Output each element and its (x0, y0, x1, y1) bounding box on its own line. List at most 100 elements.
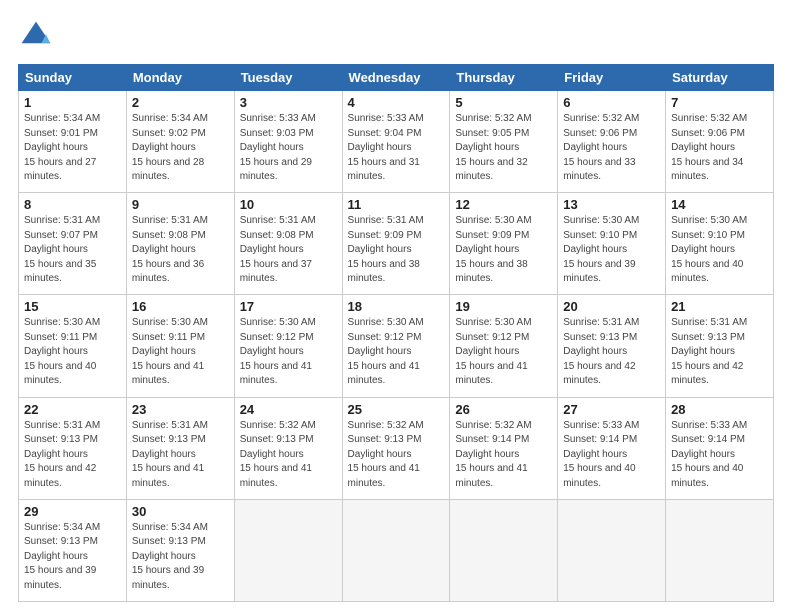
calendar-cell: 10Sunrise: 5:31 AMSunset: 9:08 PMDayligh… (234, 193, 342, 295)
day-info: Sunrise: 5:31 AMSunset: 9:08 PMDaylight … (132, 214, 229, 287)
day-number: 17 (240, 299, 337, 314)
calendar-cell: 28 Sunrise: 5:33 AMSunset: 9:14 PMDayligh… (666, 397, 774, 499)
calendar-cell: 2 Sunrise: 5:34 AMSunset: 9:02 PMDaylight… (126, 91, 234, 193)
day-info: Sunrise: 5:31 AMSunset: 9:09 PMDaylight … (348, 214, 445, 287)
day-info: Sunrise: 5:33 AMSunset: 9:04 PMDaylight … (348, 112, 445, 185)
calendar-cell: 5 Sunrise: 5:32 AMSunset: 9:05 PMDaylight… (450, 91, 558, 193)
calendar-cell: 11 Sunrise: 5:31 AMSunset: 9:09 PMDayligh… (342, 193, 450, 295)
weekday-header: Monday (126, 65, 234, 91)
day-info: Sunrise: 5:30 AMSunset: 9:10 PMDaylight … (671, 214, 768, 287)
day-number: 8 (24, 197, 121, 212)
calendar-cell: 8 Sunrise: 5:31 AMSunset: 9:07 PMDaylight… (19, 193, 127, 295)
day-info: Sunrise: 5:34 AMSunset: 9:13 PMDaylight … (132, 521, 229, 594)
weekday-header: Tuesday (234, 65, 342, 91)
day-info: Sunrise: 5:30 AMSunset: 9:11 PMDaylight … (24, 316, 121, 389)
day-info: Sunrise: 5:30 AMSunset: 9:12 PMDaylight … (348, 316, 445, 389)
calendar-cell: 4Sunrise: 5:33 AMSunset: 9:04 PMDaylight… (342, 91, 450, 193)
day-number: 2 (132, 95, 229, 110)
day-number: 21 (671, 299, 768, 314)
day-number: 3 (240, 95, 337, 110)
calendar-cell: 3 Sunrise: 5:33 AMSunset: 9:03 PMDaylight… (234, 91, 342, 193)
calendar-cell (342, 499, 450, 601)
day-number: 19 (455, 299, 552, 314)
day-info: Sunrise: 5:31 AMSunset: 9:07 PMDaylight … (24, 214, 121, 287)
calendar-cell: 29Sunrise: 5:34 AMSunset: 9:13 PMDayligh… (19, 499, 127, 601)
day-number: 11 (348, 197, 445, 212)
day-number: 1 (24, 95, 121, 110)
day-info: Sunrise: 5:33 AMSunset: 9:03 PMDaylight … (240, 112, 337, 185)
calendar-cell: 18 Sunrise: 5:30 AMSunset: 9:12 PMDayligh… (342, 295, 450, 397)
logo (18, 18, 60, 54)
day-number: 25 (348, 402, 445, 417)
day-number: 22 (24, 402, 121, 417)
day-number: 26 (455, 402, 552, 417)
day-number: 9 (132, 197, 229, 212)
day-number: 12 (455, 197, 552, 212)
week-row: 22 Sunrise: 5:31 AMSunset: 9:13 PMDayligh… (19, 397, 774, 499)
week-row: 15 Sunrise: 5:30 AMSunset: 9:11 PMDayligh… (19, 295, 774, 397)
day-info: Sunrise: 5:32 AMSunset: 9:13 PMDaylight … (240, 419, 337, 492)
day-info: Sunrise: 5:31 AMSunset: 9:13 PMDaylight … (563, 316, 660, 389)
day-info: Sunrise: 5:31 AMSunset: 9:13 PMDaylight … (24, 419, 121, 492)
day-number: 28 (671, 402, 768, 417)
day-info: Sunrise: 5:31 AMSunset: 9:13 PMDaylight … (671, 316, 768, 389)
day-info: Sunrise: 5:30 AMSunset: 9:11 PMDaylight … (132, 316, 229, 389)
calendar-cell (558, 499, 666, 601)
calendar-cell: 20 Sunrise: 5:31 AMSunset: 9:13 PMDayligh… (558, 295, 666, 397)
day-number: 5 (455, 95, 552, 110)
day-number: 14 (671, 197, 768, 212)
day-info: Sunrise: 5:32 AMSunset: 9:13 PMDaylight … (348, 419, 445, 492)
day-info: Sunrise: 5:31 AMSunset: 9:08 PMDaylight … (240, 214, 337, 287)
calendar-cell: 14 Sunrise: 5:30 AMSunset: 9:10 PMDayligh… (666, 193, 774, 295)
weekday-header: Thursday (450, 65, 558, 91)
day-number: 20 (563, 299, 660, 314)
day-info: Sunrise: 5:30 AMSunset: 9:12 PMDaylight … (455, 316, 552, 389)
calendar-cell (450, 499, 558, 601)
calendar-cell: 21 Sunrise: 5:31 AMSunset: 9:13 PMDayligh… (666, 295, 774, 397)
calendar-cell: 27 Sunrise: 5:33 AMSunset: 9:14 PMDayligh… (558, 397, 666, 499)
calendar-cell: 19 Sunrise: 5:30 AMSunset: 9:12 PMDayligh… (450, 295, 558, 397)
day-info: Sunrise: 5:34 AMSunset: 9:02 PMDaylight … (132, 112, 229, 185)
calendar-cell: 30 Sunrise: 5:34 AMSunset: 9:13 PMDayligh… (126, 499, 234, 601)
day-number: 27 (563, 402, 660, 417)
calendar-cell: 17Sunrise: 5:30 AMSunset: 9:12 PMDayligh… (234, 295, 342, 397)
calendar-cell: 15 Sunrise: 5:30 AMSunset: 9:11 PMDayligh… (19, 295, 127, 397)
week-row: 1 Sunrise: 5:34 AMSunset: 9:01 PMDaylight… (19, 91, 774, 193)
calendar-cell: 13 Sunrise: 5:30 AMSunset: 9:10 PMDayligh… (558, 193, 666, 295)
calendar-cell (666, 499, 774, 601)
day-info: Sunrise: 5:31 AMSunset: 9:13 PMDaylight … (132, 419, 229, 492)
day-number: 24 (240, 402, 337, 417)
calendar-cell: 23Sunrise: 5:31 AMSunset: 9:13 PMDayligh… (126, 397, 234, 499)
calendar: SundayMondayTuesdayWednesdayThursdayFrid… (18, 64, 774, 602)
page: SundayMondayTuesdayWednesdayThursdayFrid… (0, 0, 792, 612)
calendar-cell: 22 Sunrise: 5:31 AMSunset: 9:13 PMDayligh… (19, 397, 127, 499)
calendar-cell: 16 Sunrise: 5:30 AMSunset: 9:11 PMDayligh… (126, 295, 234, 397)
calendar-cell: 7 Sunrise: 5:32 AMSunset: 9:06 PMDaylight… (666, 91, 774, 193)
week-row: 29 Sunrise: 5:34 AMSunset: 9:13 PMDayligh… (19, 499, 774, 601)
day-number: 29 (24, 504, 121, 519)
day-number: 30 (132, 504, 229, 519)
day-info: Sunrise: 5:34 AMSunset: 9:01 PMDaylight … (24, 112, 121, 185)
day-info: Sunrise: 5:32 AMSunset: 9:06 PMDaylight … (563, 112, 660, 185)
day-number: 7 (671, 95, 768, 110)
day-info: Sunrise: 5:32 AMSunset: 9:05 PMDaylight … (455, 112, 552, 185)
calendar-cell: 26 Sunrise: 5:32 AMSunset: 9:14 PMDayligh… (450, 397, 558, 499)
day-number: 13 (563, 197, 660, 212)
weekday-header: Sunday (19, 65, 127, 91)
calendar-cell (234, 499, 342, 601)
week-row: 8 Sunrise: 5:31 AMSunset: 9:07 PMDaylight… (19, 193, 774, 295)
calendar-cell: 9 Sunrise: 5:31 AMSunset: 9:08 PMDaylight… (126, 193, 234, 295)
day-info: Sunrise: 5:33 AMSunset: 9:14 PMDaylight … (563, 419, 660, 492)
day-number: 18 (348, 299, 445, 314)
day-info: Sunrise: 5:32 AMSunset: 9:14 PMDaylight … (455, 419, 552, 492)
day-info: Sunrise: 5:30 AMSunset: 9:09 PMDaylight … (455, 214, 552, 287)
calendar-cell: 12 Sunrise: 5:30 AMSunset: 9:09 PMDayligh… (450, 193, 558, 295)
day-info: Sunrise: 5:32 AMSunset: 9:06 PMDaylight … (671, 112, 768, 185)
weekday-header-row: SundayMondayTuesdayWednesdayThursdayFrid… (19, 65, 774, 91)
day-number: 16 (132, 299, 229, 314)
day-info: Sunrise: 5:30 AMSunset: 9:10 PMDaylight … (563, 214, 660, 287)
day-info: Sunrise: 5:33 AMSunset: 9:14 PMDaylight … (671, 419, 768, 492)
calendar-cell: 24 Sunrise: 5:32 AMSunset: 9:13 PMDayligh… (234, 397, 342, 499)
day-number: 6 (563, 95, 660, 110)
day-number: 15 (24, 299, 121, 314)
